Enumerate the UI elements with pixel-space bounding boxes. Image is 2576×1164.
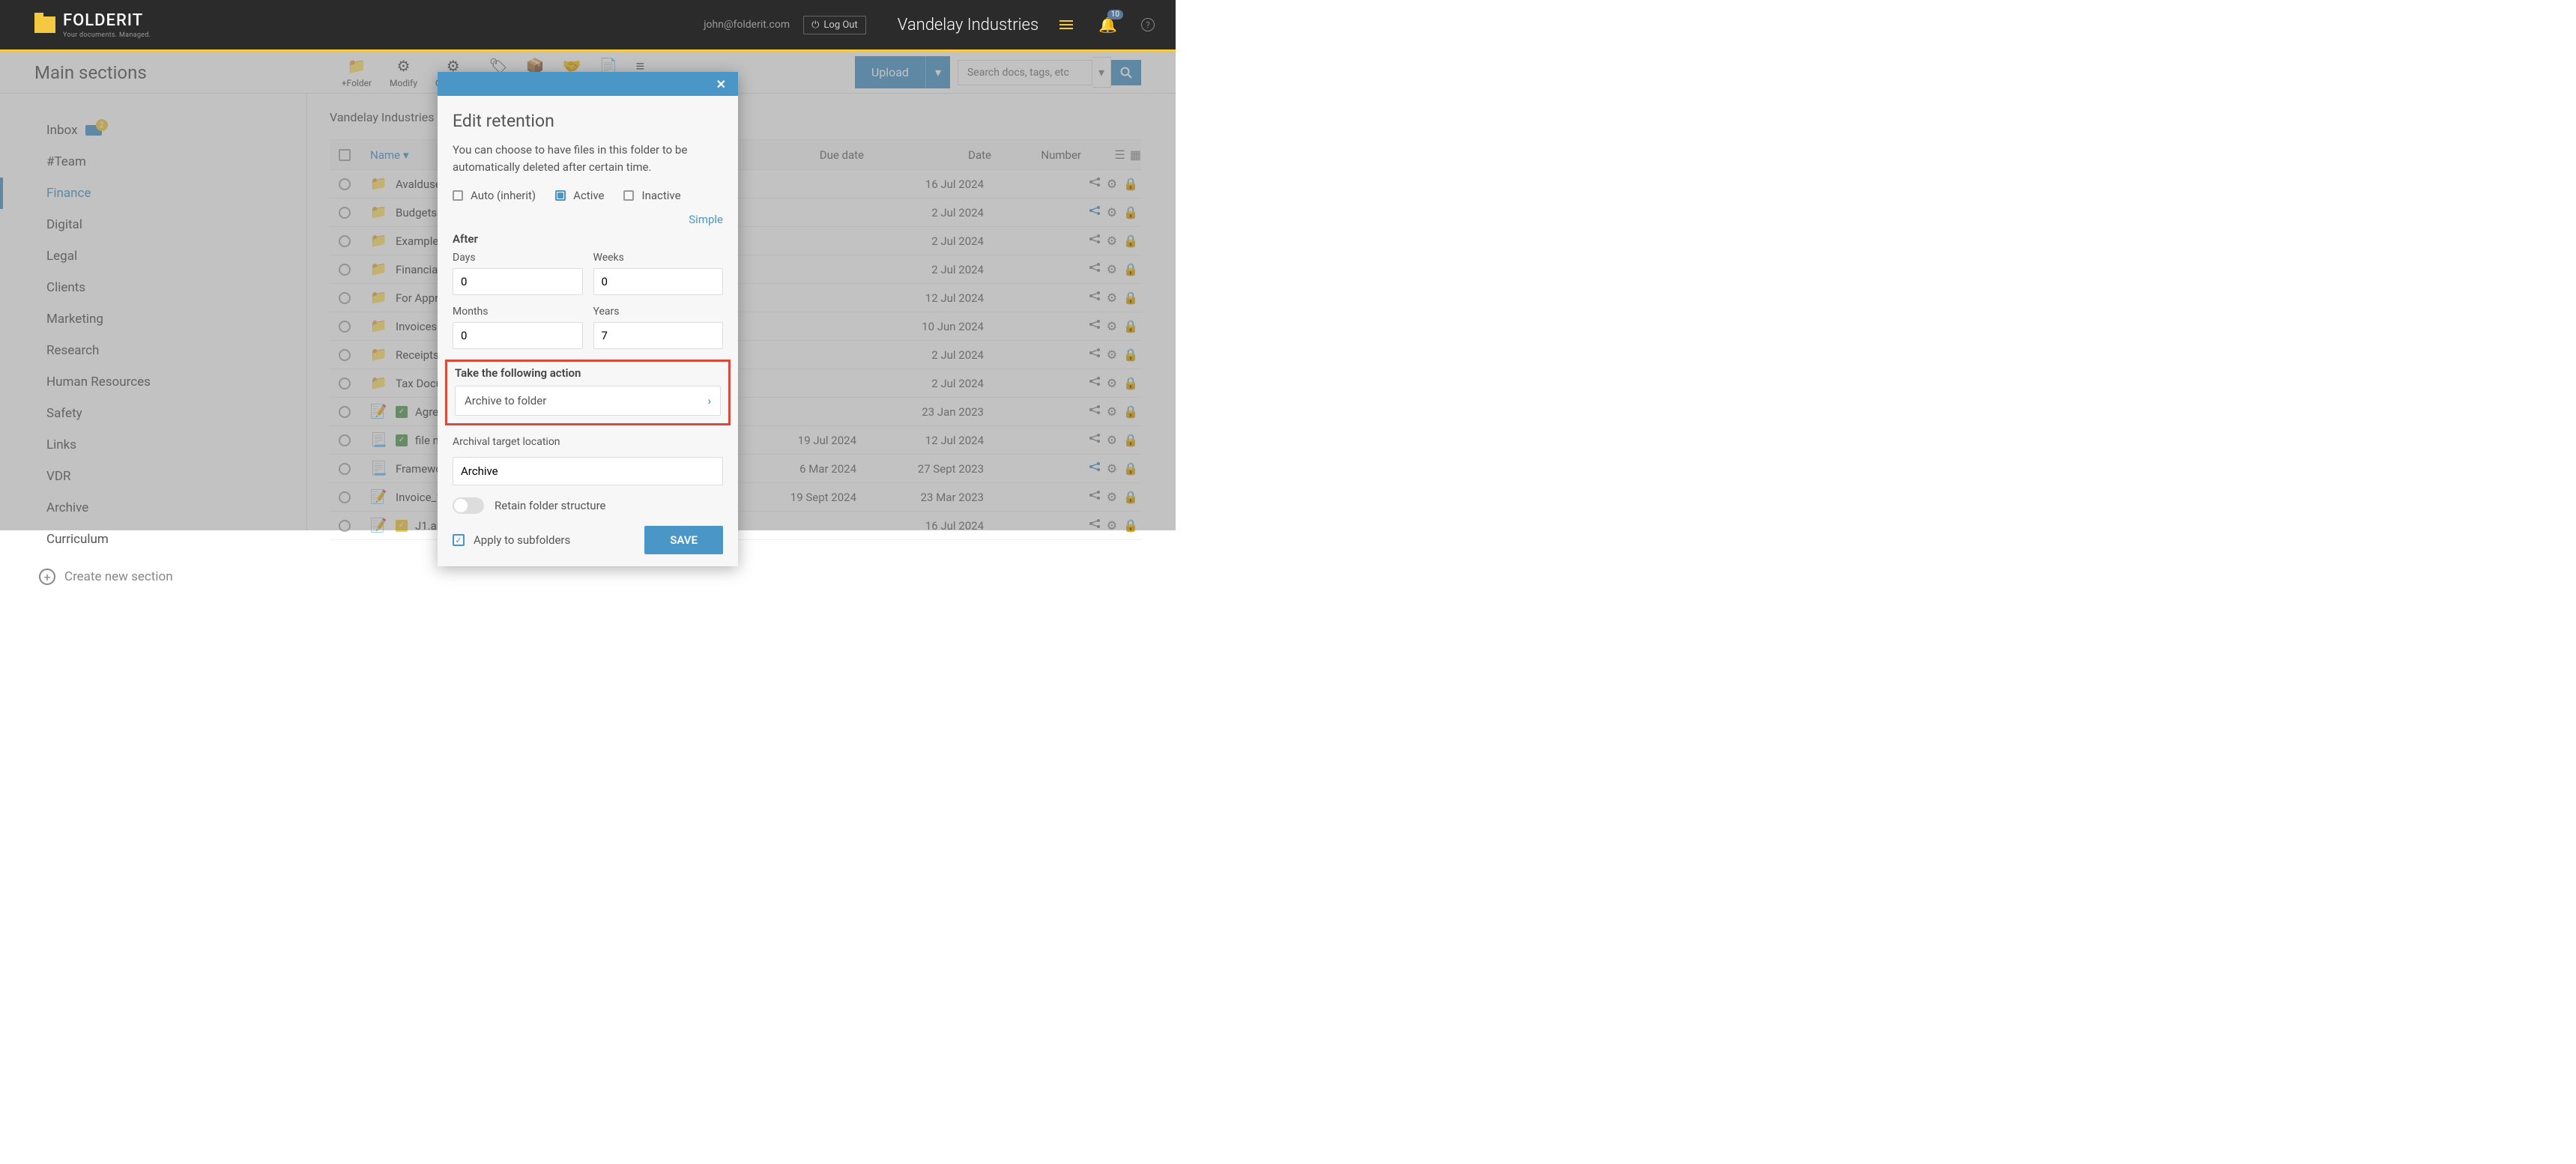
logo-text: FOLDERIT — [63, 11, 151, 30]
apply-subfolders-checkbox[interactable]: ✓ Apply to subfolders — [453, 533, 570, 547]
apply-label: Apply to subfolders — [474, 533, 570, 547]
days-input[interactable] — [453, 268, 583, 295]
checkbox-checked-icon: ✓ — [453, 534, 465, 546]
days-label: Days — [453, 252, 583, 264]
months-label: Months — [453, 306, 583, 318]
logo-subtitle: Your documents. Managed. — [63, 31, 151, 39]
after-label: After — [453, 232, 723, 246]
years-input[interactable] — [593, 322, 724, 349]
action-highlight-box: Take the following action Archive to fol… — [445, 360, 731, 425]
menu-icon[interactable] — [1059, 20, 1073, 29]
logo[interactable]: FOLDERIT Your documents. Managed. — [34, 11, 151, 39]
help-button[interactable]: ? — [1141, 18, 1155, 31]
create-section-label: Create new section — [64, 569, 173, 584]
months-input[interactable] — [453, 322, 583, 349]
power-icon: ⏻ — [811, 19, 819, 31]
logo-icon — [34, 16, 55, 33]
checkbox-icon — [453, 190, 463, 201]
option-auto-label: Auto (inherit) — [471, 189, 536, 202]
option-active-label: Active — [573, 189, 604, 202]
action-value: Archive to folder — [465, 394, 546, 407]
notification-badge: 10 — [1107, 10, 1123, 19]
weeks-input[interactable] — [593, 268, 724, 295]
logout-label: Log Out — [823, 19, 857, 31]
checkbox-checked-icon — [555, 190, 566, 201]
target-label: Archival target location — [453, 436, 723, 448]
user-email[interactable]: john@folderit.com — [704, 19, 790, 31]
plus-circle-icon: + — [39, 569, 55, 585]
simple-link[interactable]: Simple — [453, 213, 723, 226]
weeks-label: Weeks — [593, 252, 724, 264]
retain-toggle[interactable] — [453, 497, 484, 514]
save-button[interactable]: SAVE — [644, 526, 723, 554]
option-inactive-label: Inactive — [641, 189, 680, 202]
action-select[interactable]: Archive to folder › — [455, 386, 721, 416]
modal-title: Edit retention — [453, 111, 723, 131]
edit-retention-modal: ✕ Edit retention You can choose to have … — [438, 72, 738, 566]
notifications-button[interactable]: 🔔 10 — [1098, 16, 1117, 34]
action-label: Take the following action — [455, 366, 721, 380]
retain-label: Retain folder structure — [495, 499, 605, 512]
option-inactive[interactable]: Inactive — [623, 189, 680, 202]
option-auto[interactable]: Auto (inherit) — [453, 189, 536, 202]
target-input[interactable] — [453, 457, 723, 485]
modal-description: You can choose to have files in this fol… — [453, 142, 723, 175]
years-label: Years — [593, 306, 724, 318]
org-name[interactable]: Vandelay Industries — [898, 16, 1038, 34]
app-header: FOLDERIT Your documents. Managed. john@f… — [0, 0, 1176, 49]
option-active[interactable]: Active — [555, 189, 604, 202]
logout-button[interactable]: ⏻ Log Out — [803, 16, 866, 34]
create-section-button[interactable]: + Create new section — [0, 555, 306, 593]
modal-header: ✕ — [438, 72, 738, 96]
checkbox-icon — [623, 190, 634, 201]
close-icon[interactable]: ✕ — [716, 77, 726, 91]
chevron-right-icon: › — [707, 394, 711, 407]
